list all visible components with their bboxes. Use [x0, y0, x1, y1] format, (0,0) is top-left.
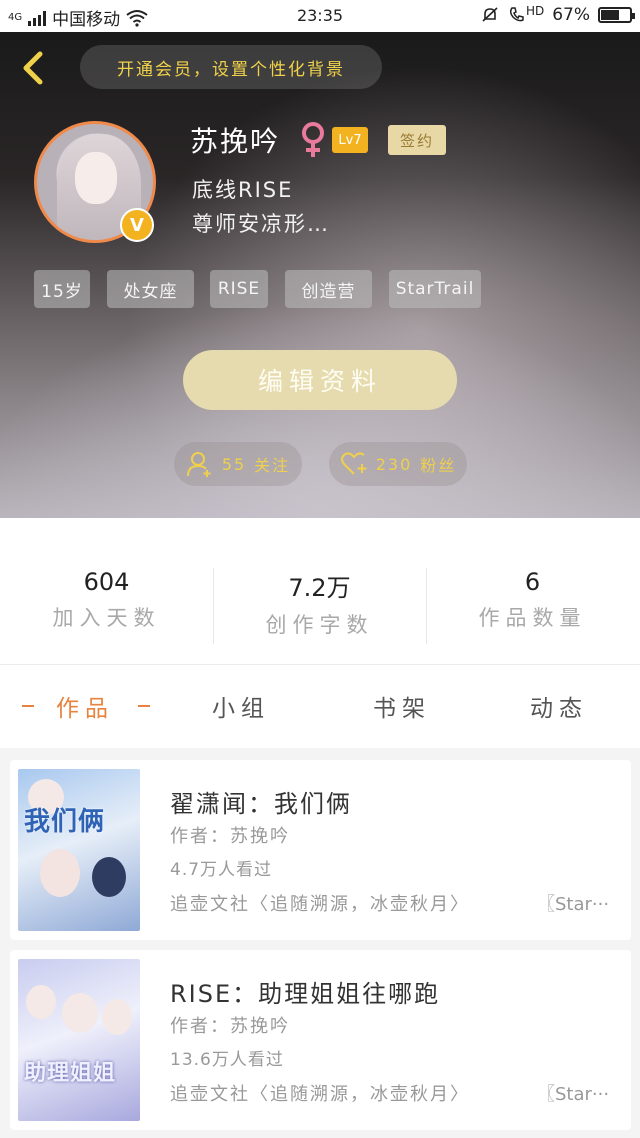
- avatar-face: [75, 152, 117, 204]
- following-label: 关注: [254, 456, 291, 475]
- bio-line-2: 尊师安凉形…: [192, 212, 330, 236]
- work-author: 作者：苏挽吟: [170, 1016, 290, 1037]
- cover-figure: [62, 993, 98, 1033]
- battery-level: [601, 10, 620, 20]
- status-bar: 4G 中国移动 23:35 HD 67%: [0, 0, 640, 32]
- signed-badge: 签约: [388, 125, 446, 155]
- tag-zodiac[interactable]: 处女座: [107, 270, 194, 308]
- edit-profile-button[interactable]: 编辑资料: [183, 350, 457, 410]
- user-name: 苏挽吟: [190, 125, 281, 158]
- phone-icon: [509, 7, 524, 22]
- work-views: 4.7万人看过: [170, 860, 273, 880]
- cover-title: 助理姐姐: [24, 1061, 117, 1086]
- following-count: 55: [221, 454, 247, 474]
- cover-figure: [40, 849, 80, 897]
- bell-muted-icon: [482, 7, 498, 22]
- tag-age[interactable]: 15岁: [34, 270, 90, 308]
- tab-activity[interactable]: 动态: [530, 689, 588, 723]
- tab-bookshelf[interactable]: 书架: [373, 689, 431, 723]
- work-cover[interactable]: 我们俩: [18, 769, 140, 931]
- work-more-tag[interactable]: 〖Star···: [537, 1080, 609, 1106]
- heart-plus-icon: [340, 452, 367, 475]
- back-arrow-icon[interactable]: [16, 48, 52, 88]
- add-user-icon: [186, 452, 211, 477]
- stat-label: 作品数量: [478, 606, 587, 630]
- vip-background-banner[interactable]: 开通会员，设置个性化背景: [80, 45, 382, 89]
- cover-title: 我们俩: [24, 807, 106, 837]
- work-views: 13.6万人看过: [170, 1050, 284, 1070]
- cover-figure: [92, 857, 126, 897]
- tab-bar: 作品 小组 书架 动态: [0, 664, 640, 748]
- followers-label: 粉丝: [420, 456, 457, 475]
- stat-join-days: 604 加入天数: [0, 568, 213, 632]
- stat-value: 6: [524, 568, 541, 596]
- work-title[interactable]: 翟潇闻：我们俩: [170, 784, 352, 819]
- active-tab-indicator-right: [138, 705, 150, 707]
- work-author: 作者：苏挽吟: [170, 826, 290, 847]
- tag-rise[interactable]: RISE: [210, 270, 268, 308]
- work-title[interactable]: RISE：助理姐姐往哪跑: [170, 974, 440, 1009]
- active-tab-indicator-left: [22, 705, 34, 707]
- stat-word-count: 7.2万 创作字数: [213, 568, 426, 639]
- work-card[interactable]: 助理姐姐 RISE：助理姐姐往哪跑 作者：苏挽吟 13.6万人看过 追壶文社〈追…: [10, 950, 631, 1130]
- work-club[interactable]: 追壶文社〈追随溯源，冰壶秋月〉: [170, 890, 470, 916]
- work-cover[interactable]: 助理姐姐: [18, 959, 140, 1121]
- battery-percent: 67%: [552, 5, 590, 25]
- bio-line-1: 底线RISE: [192, 178, 294, 202]
- stat-works-count: 6 作品数量: [426, 568, 639, 632]
- hd-label: HD: [525, 4, 545, 18]
- followers-button[interactable]: 230 粉丝: [329, 442, 467, 486]
- level-badge: Lv7: [332, 127, 368, 153]
- tab-groups[interactable]: 小组: [212, 689, 270, 723]
- verified-badge: V: [120, 208, 154, 242]
- cover-figure: [102, 999, 132, 1035]
- tab-works[interactable]: 作品: [56, 689, 114, 723]
- work-more-tag[interactable]: 〖Star···: [537, 890, 609, 916]
- stat-label: 创作字数: [265, 613, 374, 637]
- battery-icon: [598, 7, 635, 23]
- profile-header: 开通会员，设置个性化背景 V 苏挽吟 Lv7 签约 底线RISE 尊师安凉形… …: [0, 32, 640, 518]
- following-button[interactable]: 55 关注: [174, 442, 302, 486]
- stats-panel: 604 加入天数 7.2万 创作字数 6 作品数量: [0, 518, 640, 664]
- stat-value: 604: [83, 568, 130, 596]
- stat-value: 7.2万: [288, 574, 351, 602]
- cover-figure: [26, 985, 56, 1019]
- followers-count: 230: [375, 454, 413, 474]
- tag-chuangzaoying[interactable]: 创造营: [285, 270, 372, 308]
- work-club[interactable]: 追壶文社〈追随溯源，冰壶秋月〉: [170, 1080, 470, 1106]
- status-right: HD 67%: [480, 4, 635, 25]
- tag-startrail[interactable]: StarTrail: [389, 270, 481, 308]
- female-gender-icon: [302, 122, 324, 157]
- stat-label: 加入天数: [52, 606, 161, 630]
- work-card[interactable]: 我们俩 翟潇闻：我们俩 作者：苏挽吟 4.7万人看过 追壶文社〈追随溯源，冰壶秋…: [10, 760, 631, 940]
